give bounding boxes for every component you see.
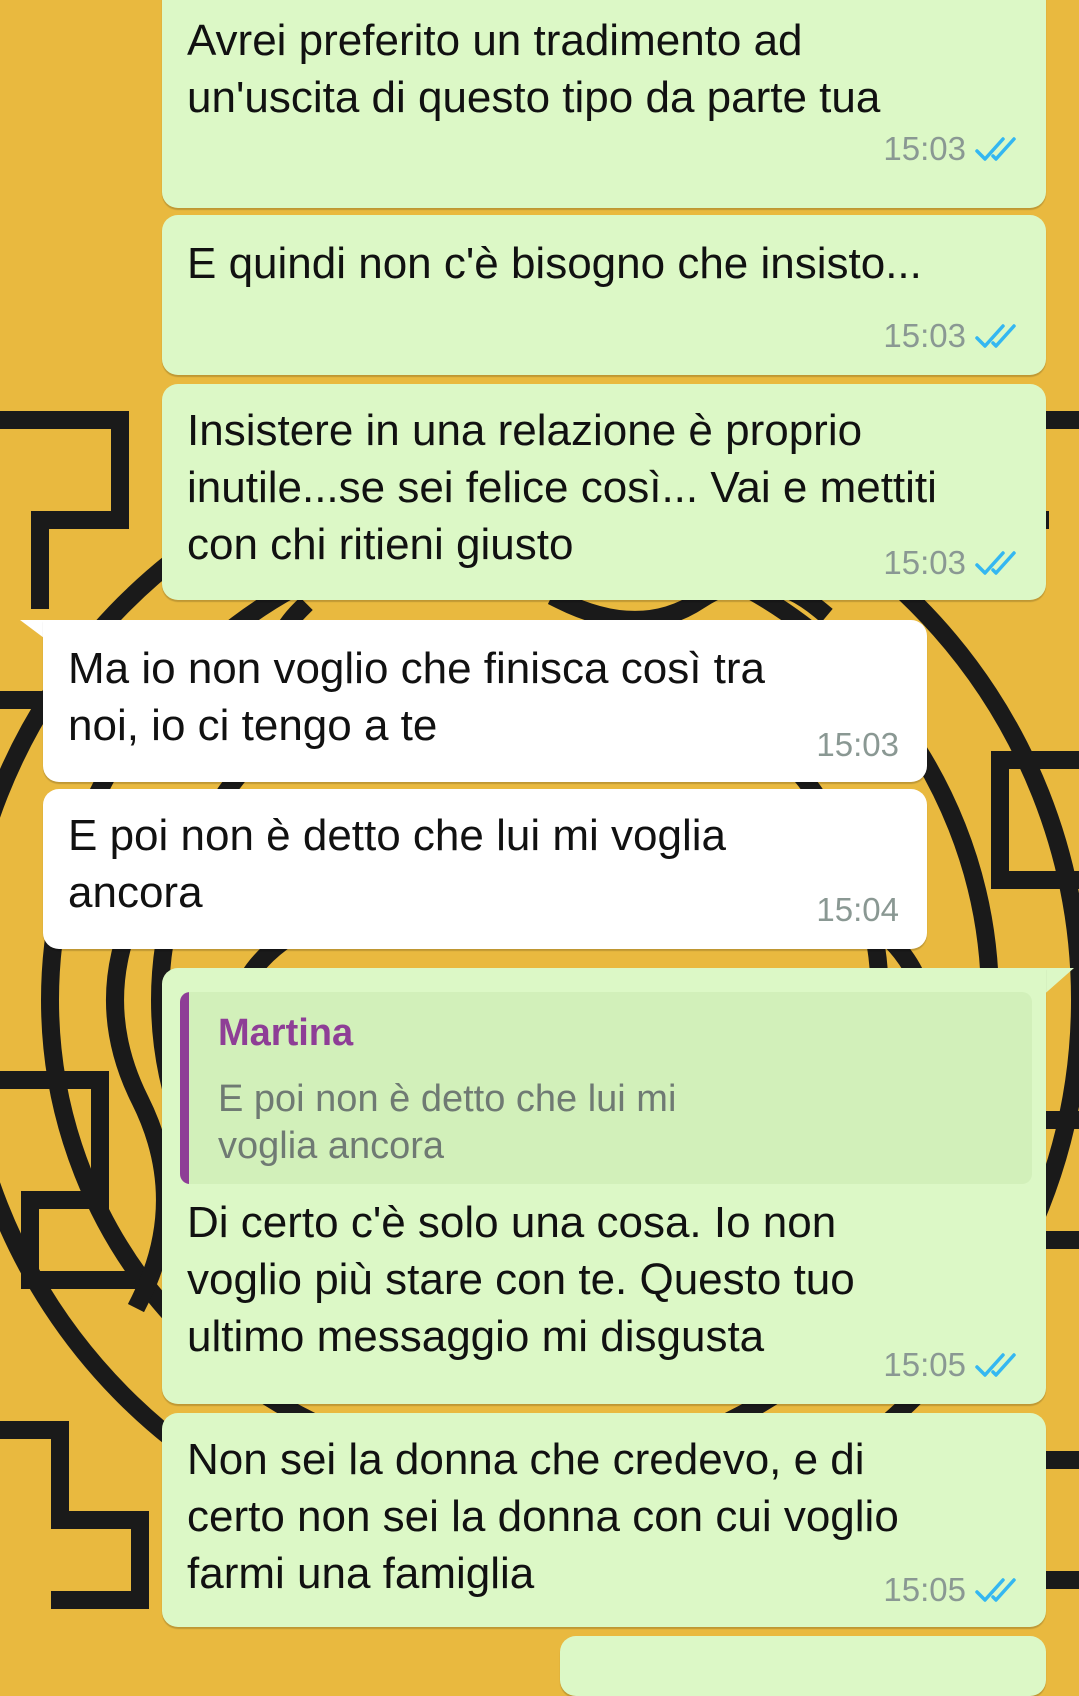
message-bubble-incoming[interactable]: E poi non è detto che lui mi voglia anco… xyxy=(43,789,927,949)
message-text: Non sei la donna che credevo, e di certo… xyxy=(187,1435,899,1598)
message-bubble-outgoing[interactable]: E quindi non c'è bisogno che insisto... … xyxy=(162,215,1046,375)
message-time: 15:05 xyxy=(883,1346,966,1383)
message-bubble-outgoing[interactable]: Avrei preferito un tradimento ad un'usci… xyxy=(162,0,1046,208)
double-check-read-icon xyxy=(975,1353,1016,1377)
double-check-read-icon xyxy=(975,1578,1016,1602)
message-time: 15:04 xyxy=(816,891,899,928)
double-check-read-icon xyxy=(975,137,1016,161)
message-text: Insistere in una relazione è proprio inu… xyxy=(187,406,937,569)
quoted-author: Martina xyxy=(218,1012,354,1054)
quote-accent-bar xyxy=(180,992,189,1184)
message-text: Avrei preferito un tradimento ad un'usci… xyxy=(187,16,881,122)
message-time: 15:03 xyxy=(816,726,899,763)
message-time: 15:03 xyxy=(883,544,966,581)
message-meta: 15:03 xyxy=(816,726,899,764)
quoted-message[interactable]: Martina E poi non è detto che lui mi vog… xyxy=(180,992,1032,1184)
double-check-read-icon xyxy=(975,551,1016,575)
quoted-text: E poi non è detto che lui mi voglia anco… xyxy=(218,1078,677,1167)
message-meta: 15:05 xyxy=(883,1346,1024,1384)
message-text: Ma io non voglio che finisca così tra no… xyxy=(68,644,766,750)
message-meta: 15:03 xyxy=(883,544,1024,582)
message-bubble-outgoing[interactable]: Non sei la donna che credevo, e di certo… xyxy=(162,1413,1046,1627)
message-text: E poi non è detto che lui mi voglia anco… xyxy=(68,811,726,917)
message-text: E quindi non c'è bisogno che insisto... xyxy=(187,239,922,288)
message-time: 15:05 xyxy=(883,1571,966,1608)
message-bubble-outgoing-partial[interactable] xyxy=(560,1636,1046,1696)
double-check-read-icon xyxy=(975,324,1016,348)
message-time: 15:03 xyxy=(883,130,966,167)
message-time: 15:03 xyxy=(883,317,966,354)
message-meta: 15:05 xyxy=(883,1571,1024,1609)
message-text: Di certo c'è solo una cosa. Io non vogli… xyxy=(187,1198,855,1361)
message-bubble-incoming[interactable]: Ma io non voglio che finisca così tra no… xyxy=(43,620,927,782)
message-meta: 15:03 xyxy=(883,317,1024,355)
message-meta: 15:03 xyxy=(883,130,1024,168)
message-bubble-outgoing[interactable]: Insistere in una relazione è proprio inu… xyxy=(162,384,1046,600)
message-meta: 15:04 xyxy=(816,891,899,929)
message-bubble-outgoing-reply[interactable]: Martina E poi non è detto che lui mi vog… xyxy=(162,968,1046,1404)
